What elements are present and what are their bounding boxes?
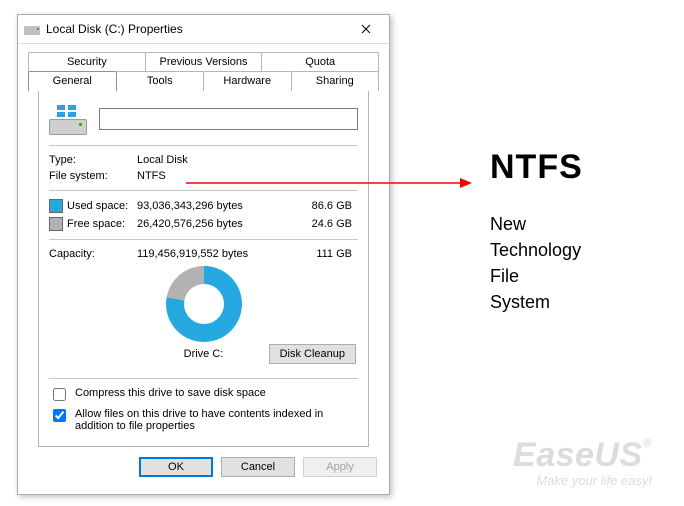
close-button[interactable] [345,16,387,42]
callout-line: New [490,211,670,237]
index-label: Allow files on this drive to have conten… [75,408,358,432]
titlebar: Local Disk (C:) Properties [18,15,389,44]
drive-caption: Drive C: [166,348,242,360]
watermark: EaseUS® Make your life easy! [513,436,652,488]
dialog-buttons: OK Cancel Apply [18,447,389,477]
watermark-tagline: Make your life easy! [513,473,652,488]
type-value: Local Disk [137,154,358,166]
drive-icon [24,23,40,35]
tab-sharing[interactable]: Sharing [291,71,380,91]
drive-large-icon [49,105,85,133]
filesystem-label: File system: [49,170,137,182]
close-icon [361,24,371,34]
tab-hardware[interactable]: Hardware [203,71,292,91]
index-checkbox[interactable] [53,409,66,422]
free-space-label: Free space: [67,218,137,230]
watermark-brand: EaseUS [513,436,643,474]
callout-title: NTFS [490,148,670,187]
used-space-bytes: 93,036,343,296 bytes [137,200,277,212]
type-label: Type: [49,154,137,166]
volume-label-input[interactable] [99,108,358,130]
compress-label: Compress this drive to save disk space [75,387,266,399]
properties-dialog: Local Disk (C:) Properties Security Prev… [17,14,390,495]
apply-button[interactable]: Apply [303,457,377,477]
used-space-label: Used space: [67,200,137,212]
annotation-callout: NTFS New Technology File System [490,148,670,315]
capacity-bytes: 119,456,919,552 bytes [137,248,277,260]
disk-cleanup-button[interactable]: Disk Cleanup [269,344,356,364]
capacity-label: Capacity: [49,248,137,260]
usage-pie-icon [166,266,242,342]
filesystem-value: NTFS [137,170,358,182]
callout-line: System [490,289,670,315]
tab-quota[interactable]: Quota [261,52,379,72]
cancel-button[interactable]: Cancel [221,457,295,477]
compress-checkbox[interactable] [53,388,66,401]
callout-line: Technology [490,237,670,263]
free-swatch-icon [49,217,63,231]
tab-strip: Security Previous Versions Quota General… [28,52,379,447]
free-space-bytes: 26,420,576,256 bytes [137,218,277,230]
tab-previous-versions[interactable]: Previous Versions [145,52,263,72]
ok-button[interactable]: OK [139,457,213,477]
callout-line: File [490,263,670,289]
tab-tools[interactable]: Tools [116,71,205,91]
capacity-gb: 111 GB [277,248,358,260]
tab-panel-general: Type: Local Disk File system: NTFS Used … [38,90,369,447]
used-swatch-icon [49,199,63,213]
window-title: Local Disk (C:) Properties [46,22,183,36]
free-space-gb: 24.6 GB [277,218,358,230]
tab-security[interactable]: Security [28,52,146,72]
used-space-gb: 86.6 GB [277,200,358,212]
tab-general[interactable]: General [28,71,117,91]
